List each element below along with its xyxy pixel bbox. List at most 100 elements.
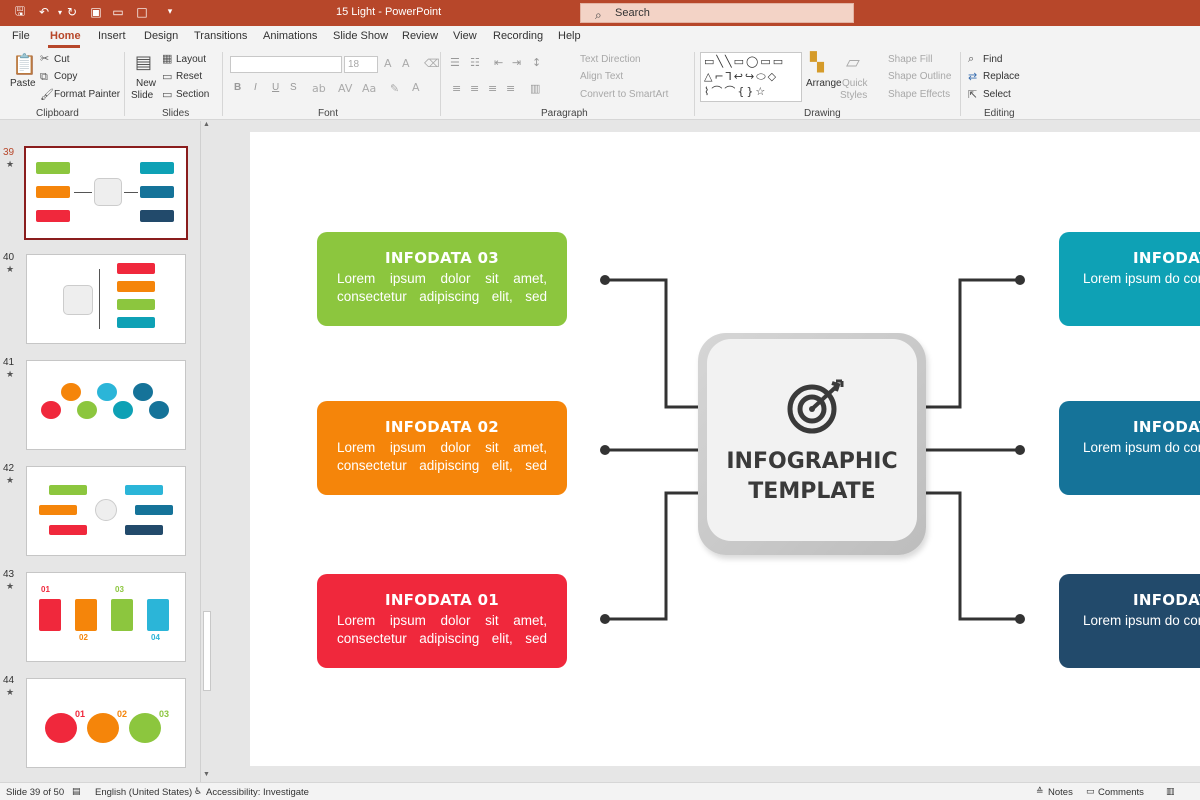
strikethrough-icon[interactable]: ab [312, 82, 326, 95]
search-box[interactable]: ⌕ Search [580, 3, 854, 23]
select-button[interactable]: Select [983, 89, 1011, 100]
shapes-gallery[interactable]: ▭╲╲▭◯▭▭ △⌐⅂↩↪⬭◇ ⌇⌒⌒{}☆ [700, 52, 802, 102]
slide-thumbnail-39[interactable] [24, 146, 188, 240]
info-card-01[interactable]: INFODATA 01 Lorem ipsum dolor sit amet, … [317, 574, 567, 668]
scrollbar-thumb[interactable] [203, 611, 211, 691]
clear-formatting-icon[interactable]: ⌫ [424, 57, 440, 70]
language-indicator[interactable]: English (United States) [95, 787, 192, 798]
scroll-down-icon[interactable]: ▼ [203, 771, 210, 778]
change-case-icon[interactable]: Aa [362, 82, 376, 95]
character-spacing-icon[interactable]: AV [338, 82, 352, 95]
align-center-icon[interactable]: ≡ [470, 82, 479, 95]
tab-home[interactable]: Home [50, 30, 81, 42]
quick-styles-button[interactable]: Quick [842, 78, 868, 89]
present-icon[interactable]: ▣ [88, 4, 104, 20]
shape-fill-button[interactable]: Shape Fill [888, 54, 932, 65]
find-button[interactable]: Find [983, 54, 1002, 65]
normal-view-icon[interactable]: ▥ [1166, 787, 1175, 797]
redo-icon[interactable]: ↻ [64, 4, 80, 20]
reset-button[interactable]: Reset [176, 71, 202, 82]
slide-thumbnail-40[interactable] [26, 254, 186, 344]
new-slide-button[interactable]: New [136, 78, 156, 89]
scroll-up-icon[interactable]: ▲ [203, 121, 210, 128]
slide-thumbnail-41[interactable] [26, 360, 186, 450]
shadow-button[interactable]: S [290, 82, 297, 93]
arrange-icon[interactable]: ▚ [810, 52, 824, 73]
group-label-drawing: Drawing [804, 108, 841, 119]
cut-button[interactable]: Cut [54, 54, 70, 65]
tab-review[interactable]: Review [402, 30, 438, 42]
tab-slide-show[interactable]: Slide Show [333, 30, 388, 42]
comments-button[interactable]: Comments [1098, 787, 1144, 798]
quick-styles-button-label[interactable]: Styles [840, 90, 867, 101]
replace-button[interactable]: Replace [983, 71, 1020, 82]
thumb-number: 01 [41, 585, 50, 594]
tab-insert[interactable]: Insert [98, 30, 126, 42]
increase-font-icon[interactable]: A [384, 57, 392, 70]
italic-button[interactable]: I [254, 82, 257, 93]
align-left-icon[interactable]: ≡ [452, 82, 461, 95]
start-slideshow-icon[interactable]: ▭ [110, 4, 126, 20]
slide-thumbnail-43[interactable]: 01 02 03 04 [26, 572, 186, 662]
decrease-font-icon[interactable]: A [402, 57, 410, 70]
new-slide-button-label[interactable]: Slide [131, 90, 153, 101]
notes-button[interactable]: Notes [1048, 787, 1073, 798]
arrange-button[interactable]: Arrange [806, 78, 842, 89]
info-card-04[interactable]: INFODAT Lorem ipsum do consectetur adipi… [1059, 232, 1200, 326]
font-size-combobox[interactable]: 18 [344, 56, 378, 73]
highlight-icon[interactable]: ✎ [390, 82, 399, 95]
tab-recording[interactable]: Recording [493, 30, 543, 42]
increase-indent-icon[interactable]: ⇥ [512, 56, 521, 69]
tab-help[interactable]: Help [558, 30, 581, 42]
bold-button[interactable]: B [234, 82, 241, 93]
accessibility-status[interactable]: Accessibility: Investigate [206, 787, 309, 798]
select-icon: ⇱ [968, 88, 978, 101]
numbering-icon[interactable]: ☷ [470, 56, 480, 69]
new-slide-icon[interactable]: ▤ [135, 52, 152, 73]
slide-thumbnail-44[interactable]: 01 02 03 [26, 678, 186, 768]
copy-button[interactable]: Copy [54, 71, 77, 82]
spelling-icon[interactable]: ▤ [72, 787, 81, 797]
slide-canvas[interactable]: INFODATA 03 Lorem ipsum dolor sit amet, … [250, 132, 1200, 766]
section-button[interactable]: Section [176, 89, 209, 100]
text-direction-button[interactable]: Text Direction [580, 54, 641, 65]
thumb-shape [129, 713, 161, 743]
bullets-icon[interactable]: ☰ [450, 56, 460, 69]
justify-icon[interactable]: ≡ [506, 82, 515, 95]
columns-icon[interactable]: ▥ [530, 82, 540, 95]
shape-fill-icon[interactable]: □ [134, 4, 150, 20]
font-name-combobox[interactable] [230, 56, 342, 73]
underline-button[interactable]: U [272, 82, 279, 93]
info-card-06[interactable]: INFODAT Lorem ipsum do consectetur adipi… [1059, 574, 1200, 668]
slide-thumbnail-42[interactable] [26, 466, 186, 556]
connector-line [926, 491, 1020, 621]
tab-view[interactable]: View [453, 30, 477, 42]
align-text-button[interactable]: Align Text [580, 71, 623, 82]
info-card-02[interactable]: INFODATA 02 Lorem ipsum dolor sit amet, … [317, 401, 567, 495]
tab-transitions[interactable]: Transitions [194, 30, 247, 42]
format-painter-button[interactable]: Format Painter [54, 89, 120, 100]
center-box[interactable]: INFOGRAPHIC TEMPLATE [698, 333, 926, 555]
convert-smartart-button[interactable]: Convert to SmartArt [580, 89, 668, 100]
info-card-05[interactable]: INFODAT Lorem ipsum do consectetur adipi… [1059, 401, 1200, 495]
customize-qat-icon[interactable]: ▾ [162, 4, 178, 20]
layout-button[interactable]: Layout [176, 54, 206, 65]
paste-icon[interactable]: 📋 [12, 52, 37, 76]
align-right-icon[interactable]: ≡ [488, 82, 497, 95]
decrease-indent-icon[interactable]: ⇤ [494, 56, 503, 69]
group-divider [124, 52, 125, 116]
font-color-icon[interactable]: A [412, 81, 420, 94]
paste-button[interactable]: Paste [10, 78, 36, 89]
shape-outline-button[interactable]: Shape Outline [888, 71, 951, 82]
group-label-slides: Slides [162, 108, 190, 119]
save-icon[interactable]: 🖫 [12, 4, 28, 20]
quick-styles-icon[interactable]: ▱ [846, 52, 860, 73]
line-spacing-icon[interactable]: ↕ [532, 56, 541, 69]
tab-animations[interactable]: Animations [263, 30, 317, 42]
thumbnail-scrollbar[interactable]: ▲ ▼ [200, 121, 213, 782]
info-card-03[interactable]: INFODATA 03 Lorem ipsum dolor sit amet, … [317, 232, 567, 326]
undo-icon[interactable]: ↶ [36, 4, 52, 20]
shape-effects-button[interactable]: Shape Effects [888, 89, 950, 100]
tab-file[interactable]: File [12, 30, 30, 42]
tab-design[interactable]: Design [144, 30, 178, 42]
